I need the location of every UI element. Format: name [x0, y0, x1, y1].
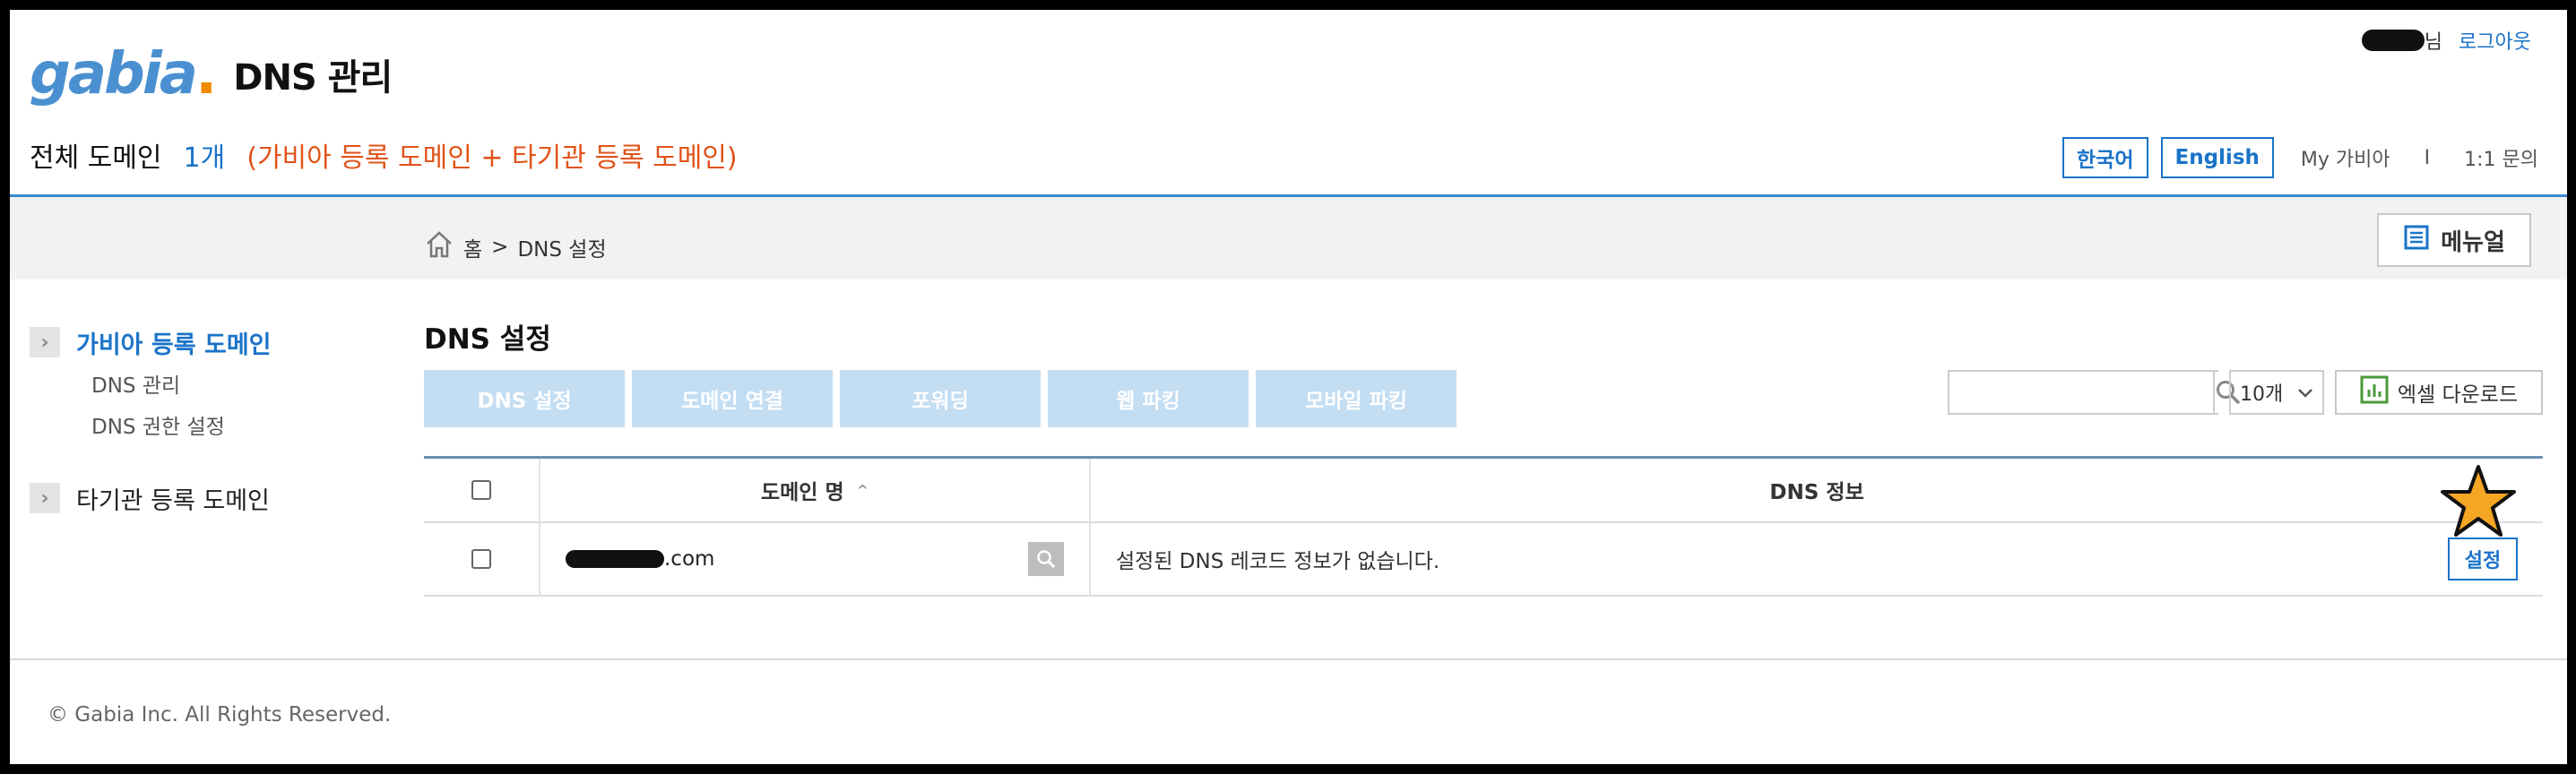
user-suffix: 님	[2424, 31, 2443, 54]
user-name-redacted: 님	[2361, 26, 2443, 55]
header-domain-label: 도메인 명	[760, 481, 844, 504]
header-domain[interactable]: 도메인 명 ^	[540, 459, 1091, 521]
header-info-label: DNS 정보	[1769, 481, 1864, 504]
page-size-select[interactable]: 10개	[2229, 370, 2324, 415]
search-box	[1948, 370, 2242, 415]
row-checkbox[interactable]	[471, 549, 491, 569]
sidebar-item-dns-permission[interactable]: DNS 권한 설정	[91, 404, 388, 445]
redaction-mark	[2361, 30, 2425, 51]
breadcrumb-current: DNS 설정	[517, 238, 607, 262]
sidebar-item-dns-manage[interactable]: DNS 관리	[91, 363, 388, 404]
main-content: DNS 설정 DNS 설정 도메인 연결 포워딩 웹 파킹 모바일 파킹 10개	[424, 314, 2548, 597]
excel-download-button[interactable]: 엑셀 다운로드	[2335, 370, 2543, 415]
table-row: .com 설정된 DNS 레코드 정보가 없습니다. 설정	[424, 523, 2543, 597]
select-all-checkbox[interactable]	[471, 480, 491, 500]
sidebar-group-gabia[interactable]: › 가비아 등록 도메인	[30, 322, 388, 363]
chevron-down-icon	[2297, 382, 2313, 404]
dns-info-text: 설정된 DNS 레코드 정보가 없습니다.	[1116, 550, 1440, 573]
sidebar-group-label: 가비아 등록 도메인	[76, 331, 272, 359]
tab-mobile-parking[interactable]: 모바일 파킹	[1256, 370, 1457, 427]
inquiry-link[interactable]: 1:1 문의	[2464, 143, 2538, 172]
footer-divider	[10, 658, 2567, 660]
page-size-value: 10개	[2240, 383, 2284, 406]
footer-copyright: © Gabia Inc. All Rights Reserved.	[48, 703, 392, 727]
breadcrumb-separator: >	[491, 236, 509, 259]
configure-button[interactable]: 설정	[2448, 538, 2518, 580]
domain-summary: 전체 도메인 1개 (가비아 등록 도메인 + 타기관 등록 도메인)	[30, 135, 738, 175]
summary-label: 전체 도메인	[30, 142, 162, 174]
top-links: 한국어 English My 가비아 I 1:1 문의	[2062, 137, 2538, 178]
domain-name: .com	[664, 547, 715, 571]
breadcrumb: 홈 > DNS 설정	[424, 229, 607, 265]
link-separator: I	[2424, 146, 2431, 169]
table-header: 도메인 명 ^ DNS 정보	[424, 459, 2543, 523]
summary-count: 1개	[183, 142, 226, 174]
logout-link[interactable]: 로그아웃	[2459, 26, 2531, 55]
search-icon[interactable]	[1028, 542, 1064, 576]
page-title: DNS 관리	[233, 57, 393, 99]
domain-table: 도메인 명 ^ DNS 정보 .com 설정된 DNS 레코드 정보가 없습니다…	[424, 456, 2543, 597]
home-icon[interactable]	[424, 229, 454, 265]
dns-info-cell: 설정된 DNS 레코드 정보가 없습니다. 설정	[1091, 523, 2543, 595]
app-window: gabia . DNS 관리 님 로그아웃 전체 도메인 1개 (가비아 등록 …	[10, 10, 2567, 764]
toolbar: DNS 설정 도메인 연결 포워딩 웹 파킹 모바일 파킹 10개 엑셀 다운로…	[424, 370, 2548, 429]
chevron-right-icon: ›	[30, 327, 60, 357]
header-check-cell	[424, 459, 540, 521]
row-check-cell	[424, 523, 540, 595]
excel-download-label: 엑셀 다운로드	[2397, 383, 2519, 407]
tab-web-parking[interactable]: 웹 파킹	[1048, 370, 1249, 427]
redaction-mark	[566, 550, 664, 568]
sidebar-group-other[interactable]: › 타기관 등록 도메인	[30, 477, 388, 519]
my-gabia-link[interactable]: My 가비아	[2301, 143, 2390, 172]
breadcrumb-home[interactable]: 홈	[463, 232, 482, 262]
chevron-right-icon: ›	[30, 483, 60, 513]
lang-english-button[interactable]: English	[2160, 137, 2274, 178]
domain-cell: .com	[540, 523, 1091, 595]
sidebar: › 가비아 등록 도메인 DNS 관리 DNS 권한 설정 › 타기관 등록 도…	[30, 322, 388, 519]
document-icon	[2403, 224, 2430, 257]
manual-button-label: 메뉴얼	[2441, 228, 2505, 256]
summary-description: (가비아 등록 도메인 + 타기관 등록 도메인)	[246, 142, 738, 174]
tab-domain-connect[interactable]: 도메인 연결	[632, 370, 833, 427]
gabia-logo[interactable]: gabia . DNS 관리	[30, 30, 393, 119]
lang-korean-button[interactable]: 한국어	[2062, 137, 2148, 178]
sort-ascending-icon[interactable]: ^	[857, 482, 869, 499]
section-title: DNS 설정	[424, 322, 551, 356]
tab-dns-settings[interactable]: DNS 설정	[424, 370, 625, 427]
logo-wordmark: gabia	[30, 41, 198, 108]
sidebar-group-label: 타기관 등록 도메인	[76, 486, 270, 515]
manual-button[interactable]: 메뉴얼	[2377, 213, 2531, 267]
search-input[interactable]	[1949, 372, 2213, 413]
spreadsheet-icon	[2360, 375, 2389, 409]
user-area: 님 로그아웃	[2361, 26, 2531, 55]
header-dns-info: DNS 정보	[1091, 459, 2543, 521]
tab-forwarding[interactable]: 포워딩	[840, 370, 1041, 427]
star-icon	[2441, 463, 2516, 542]
logo-dot: .	[194, 41, 218, 108]
breadcrumb-bar: 홈 > DNS 설정 메뉴얼	[10, 197, 2567, 280]
